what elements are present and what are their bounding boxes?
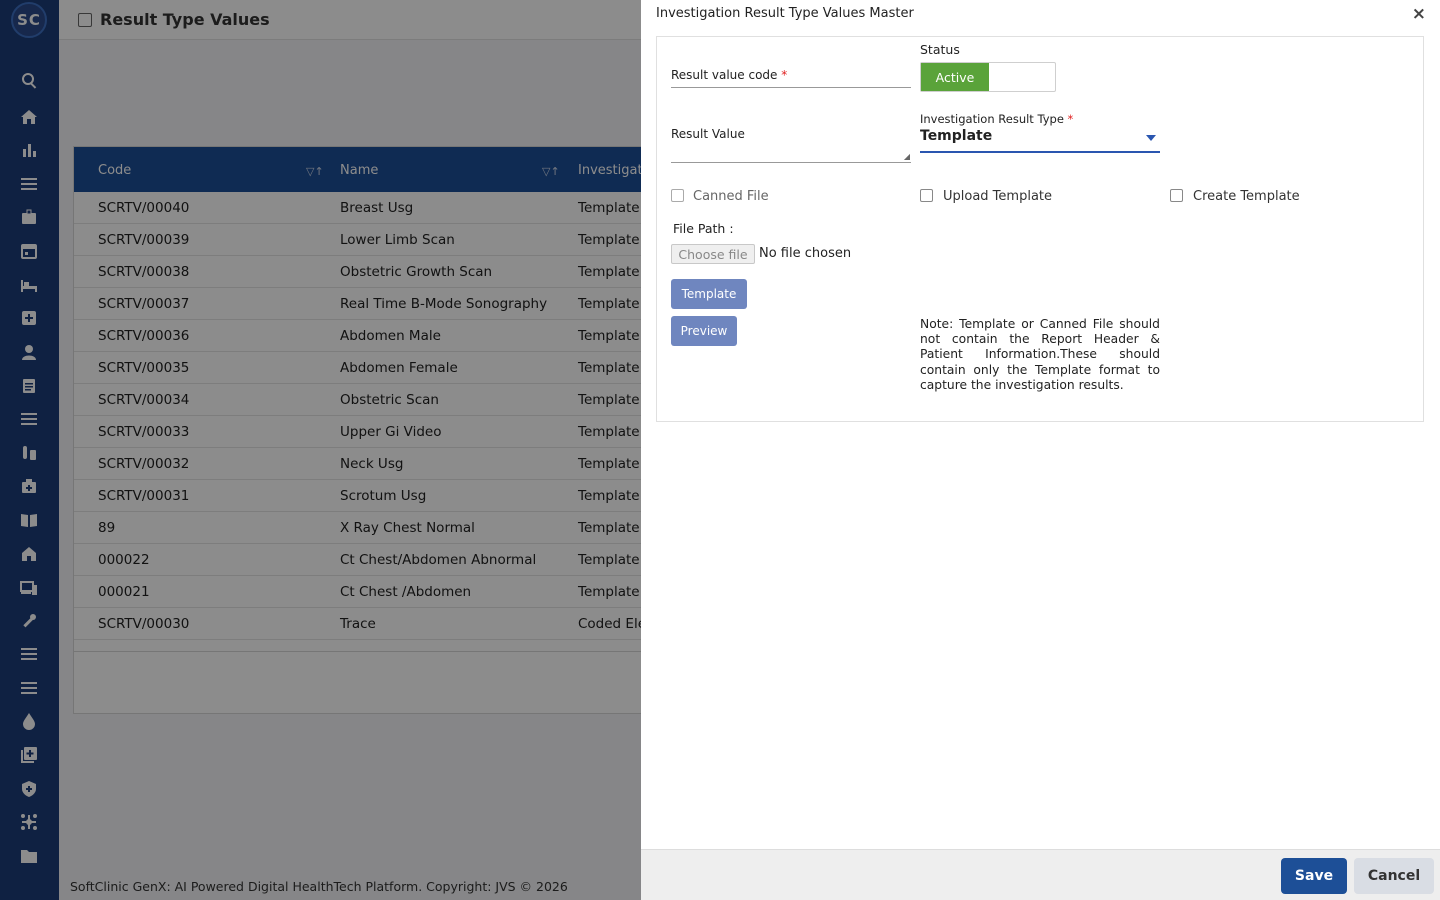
result-value-textarea[interactable]: ◢ [671, 141, 911, 163]
status-toggle[interactable]: Active [920, 62, 1056, 92]
template-button[interactable]: Template [671, 279, 747, 309]
panel-footer: Save Cancel [641, 849, 1440, 900]
upload-template-label: Upload Template [943, 189, 1053, 204]
create-template-label: Create Template [1193, 189, 1300, 204]
canned-file-checkbox[interactable] [671, 189, 684, 202]
result-value-label: Result Value [671, 127, 745, 141]
panel-title: Investigation Result Type Values Master [656, 6, 914, 21]
choose-file-button[interactable]: Choose file [671, 244, 755, 264]
result-value-code-label: Result value code * [671, 68, 788, 82]
resize-handle-icon[interactable]: ◢ [904, 152, 910, 161]
result-type-label: Investigation Result Type * [920, 112, 1074, 126]
status-active-option[interactable]: Active [921, 63, 989, 91]
template-note: Note: Template or Canned File should not… [920, 317, 1160, 392]
result-type-select-value[interactable]: Template [920, 128, 992, 144]
form-container: Result value code * Status Active Result… [656, 36, 1424, 422]
canned-file-label: Canned File [693, 189, 769, 204]
save-button[interactable]: Save [1281, 858, 1347, 894]
result-type-values-panel: Investigation Result Type Values Master … [641, 0, 1440, 900]
upload-template-checkbox[interactable] [920, 189, 933, 202]
result-type-select[interactable] [920, 151, 1160, 153]
result-value-code-input[interactable] [671, 87, 911, 88]
cancel-button[interactable]: Cancel [1354, 858, 1434, 894]
status-label: Status [920, 42, 960, 57]
file-path-label: File Path : [673, 221, 734, 236]
no-file-chosen-text: No file chosen [759, 246, 852, 261]
preview-button[interactable]: Preview [671, 316, 737, 346]
create-template-checkbox[interactable] [1170, 189, 1183, 202]
chevron-down-icon[interactable] [1146, 135, 1156, 141]
close-icon[interactable]: × [1412, 4, 1426, 24]
